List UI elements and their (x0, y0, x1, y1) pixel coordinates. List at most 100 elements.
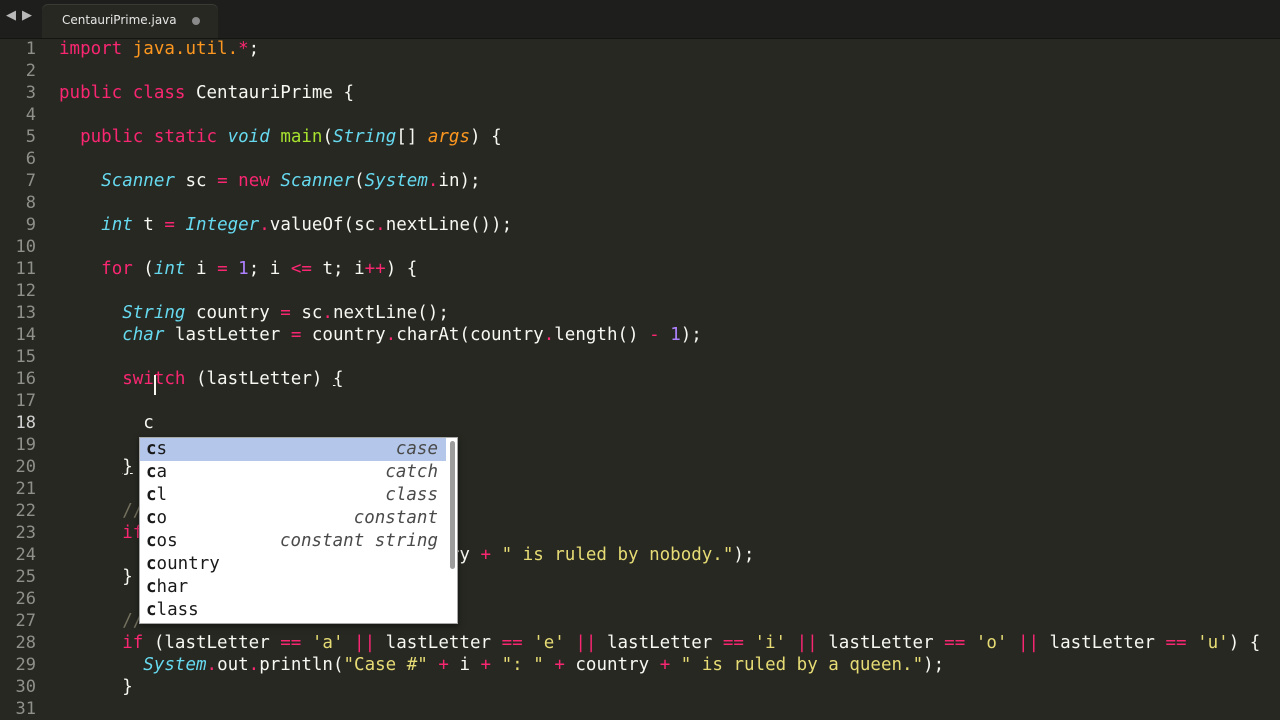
code-line[interactable]: 13 String country = sc.nextLine(); (0, 302, 1280, 324)
autocomplete-annotation: case (395, 439, 438, 459)
line-number: 17 (15, 391, 36, 411)
code-line[interactable]: 6 (0, 148, 1280, 170)
code-line[interactable]: 11 for (int i = 1; i <= t; i++) { (0, 258, 1280, 280)
autocomplete-annotation: class (385, 485, 438, 505)
line-number: 10 (15, 237, 36, 257)
line-number: 12 (15, 281, 36, 301)
autocomplete-item[interactable]: ca catch (140, 461, 446, 484)
code-line[interactable]: 17 (0, 390, 1280, 412)
line-number: 13 (15, 303, 36, 323)
code-text: public static void main(String[] args) { (80, 127, 502, 147)
code-line[interactable]: 30 } (0, 676, 1280, 698)
autocomplete-annotation: constant (353, 508, 438, 528)
code-line[interactable]: 16 switch (lastLetter) { (0, 368, 1280, 390)
code-line[interactable]: 31 (0, 698, 1280, 720)
line-number: 25 (15, 567, 36, 587)
line-number: 26 (15, 589, 36, 609)
line-number: 31 (15, 699, 36, 719)
unsaved-dot-icon[interactable] (192, 17, 200, 25)
autocomplete-item[interactable]: cl class (140, 484, 446, 507)
line-number: 21 (15, 479, 36, 499)
line-number: 28 (15, 633, 36, 653)
line-number: 15 (15, 347, 36, 367)
line-number: 1 (25, 39, 36, 59)
line-number: 19 (15, 435, 36, 455)
line-number: 16 (15, 369, 36, 389)
code-text: import java.util.*; (59, 39, 260, 59)
code-text: Scanner sc = new Scanner(System.in); (101, 171, 481, 191)
line-number: 4 (25, 105, 36, 125)
line-number: 29 (15, 655, 36, 675)
code-text: char lastLetter = country.charAt(country… (122, 325, 702, 345)
code-text: if (122, 523, 144, 543)
autocomplete-item[interactable]: cs case (140, 438, 446, 461)
code-line[interactable]: 29 System.out.println("Case #" + i + ": … (0, 654, 1280, 676)
code-text: for (int i = 1; i <= t; i++) { (101, 259, 418, 279)
code-text: switch (lastLetter) { (122, 369, 344, 389)
code-text: // (122, 611, 144, 631)
autocomplete-item[interactable]: co constant (140, 507, 446, 530)
code-text: System.out.println("Case #" + i + ": " +… (143, 655, 945, 675)
line-number: 9 (25, 215, 36, 235)
autocomplete-item[interactable]: char (140, 576, 446, 599)
code-line[interactable]: 4 (0, 104, 1280, 126)
autocomplete-item[interactable]: cos constant string (140, 530, 446, 553)
autocomplete-annotation: constant string (279, 531, 438, 551)
line-number: 6 (25, 149, 36, 169)
line-number: 2 (25, 61, 36, 81)
back-icon[interactable]: ◀ (6, 8, 16, 23)
line-number: 7 (25, 171, 36, 191)
code-text: if (lastLetter == 'a' || lastLetter == '… (122, 633, 1261, 653)
autocomplete-scrollbar[interactable] (450, 441, 455, 569)
line-number: 24 (15, 545, 36, 565)
line-number: 8 (25, 193, 36, 213)
autocomplete-trigger: class (146, 600, 199, 620)
text-caret (154, 375, 156, 395)
code-line[interactable]: 1 import java.util.*; (0, 38, 1280, 60)
code-line[interactable]: 18 c (0, 412, 1280, 434)
line-number: 3 (25, 83, 36, 103)
line-number: 23 (15, 523, 36, 543)
autocomplete-trigger: cos (146, 531, 178, 551)
code-line[interactable]: 10 (0, 236, 1280, 258)
code-line[interactable]: 8 (0, 192, 1280, 214)
code-line[interactable]: 7 Scanner sc = new Scanner(System.in); (0, 170, 1280, 192)
autocomplete-trigger: char (146, 577, 189, 597)
code-line[interactable]: 14 char lastLetter = country.charAt(coun… (0, 324, 1280, 346)
code-line[interactable]: 15 (0, 346, 1280, 368)
autocomplete-trigger: cs (146, 439, 168, 459)
tab-bar: ◀ ▶ CentauriPrime.java (0, 0, 1280, 39)
autocomplete-trigger: ca (146, 462, 168, 482)
autocomplete-trigger: cl (146, 485, 168, 505)
code-text: public class CentauriPrime { (59, 83, 355, 103)
code-text: int t = Integer.valueOf(sc.nextLine()); (101, 215, 513, 235)
code-line[interactable]: 12 (0, 280, 1280, 302)
line-number: 22 (15, 501, 36, 521)
forward-icon[interactable]: ▶ (22, 8, 32, 23)
line-number: 30 (15, 677, 36, 697)
code-text: } (59, 567, 133, 587)
code-line[interactable]: 28 if (lastLetter == 'a' || lastLetter =… (0, 632, 1280, 654)
autocomplete-trigger: co (146, 508, 168, 528)
code-line[interactable]: 9 int t = Integer.valueOf(sc.nextLine())… (0, 214, 1280, 236)
code-line[interactable]: 3 public class CentauriPrime { (0, 82, 1280, 104)
code-line[interactable]: 2 (0, 60, 1280, 82)
autocomplete-trigger: country (146, 554, 220, 574)
code-text: } (59, 677, 133, 697)
line-number: 27 (15, 611, 36, 631)
code-text: // (122, 501, 144, 521)
code-text: c (59, 413, 154, 433)
code-line[interactable]: 5 public static void main(String[] args)… (0, 126, 1280, 148)
code-text: } (122, 457, 133, 477)
tab-centauriprime[interactable]: CentauriPrime.java (42, 5, 218, 38)
autocomplete-annotation: catch (385, 462, 438, 482)
tab-title: CentauriPrime.java (62, 13, 177, 27)
line-number: 11 (15, 259, 36, 279)
autocomplete-item[interactable]: class (140, 599, 446, 622)
line-number: 20 (15, 457, 36, 477)
code-text: String country = sc.nextLine(); (122, 303, 449, 323)
line-number: 18 (15, 413, 36, 433)
line-number: 14 (15, 325, 36, 345)
autocomplete-item[interactable]: country (140, 553, 446, 576)
line-number: 5 (25, 127, 36, 147)
